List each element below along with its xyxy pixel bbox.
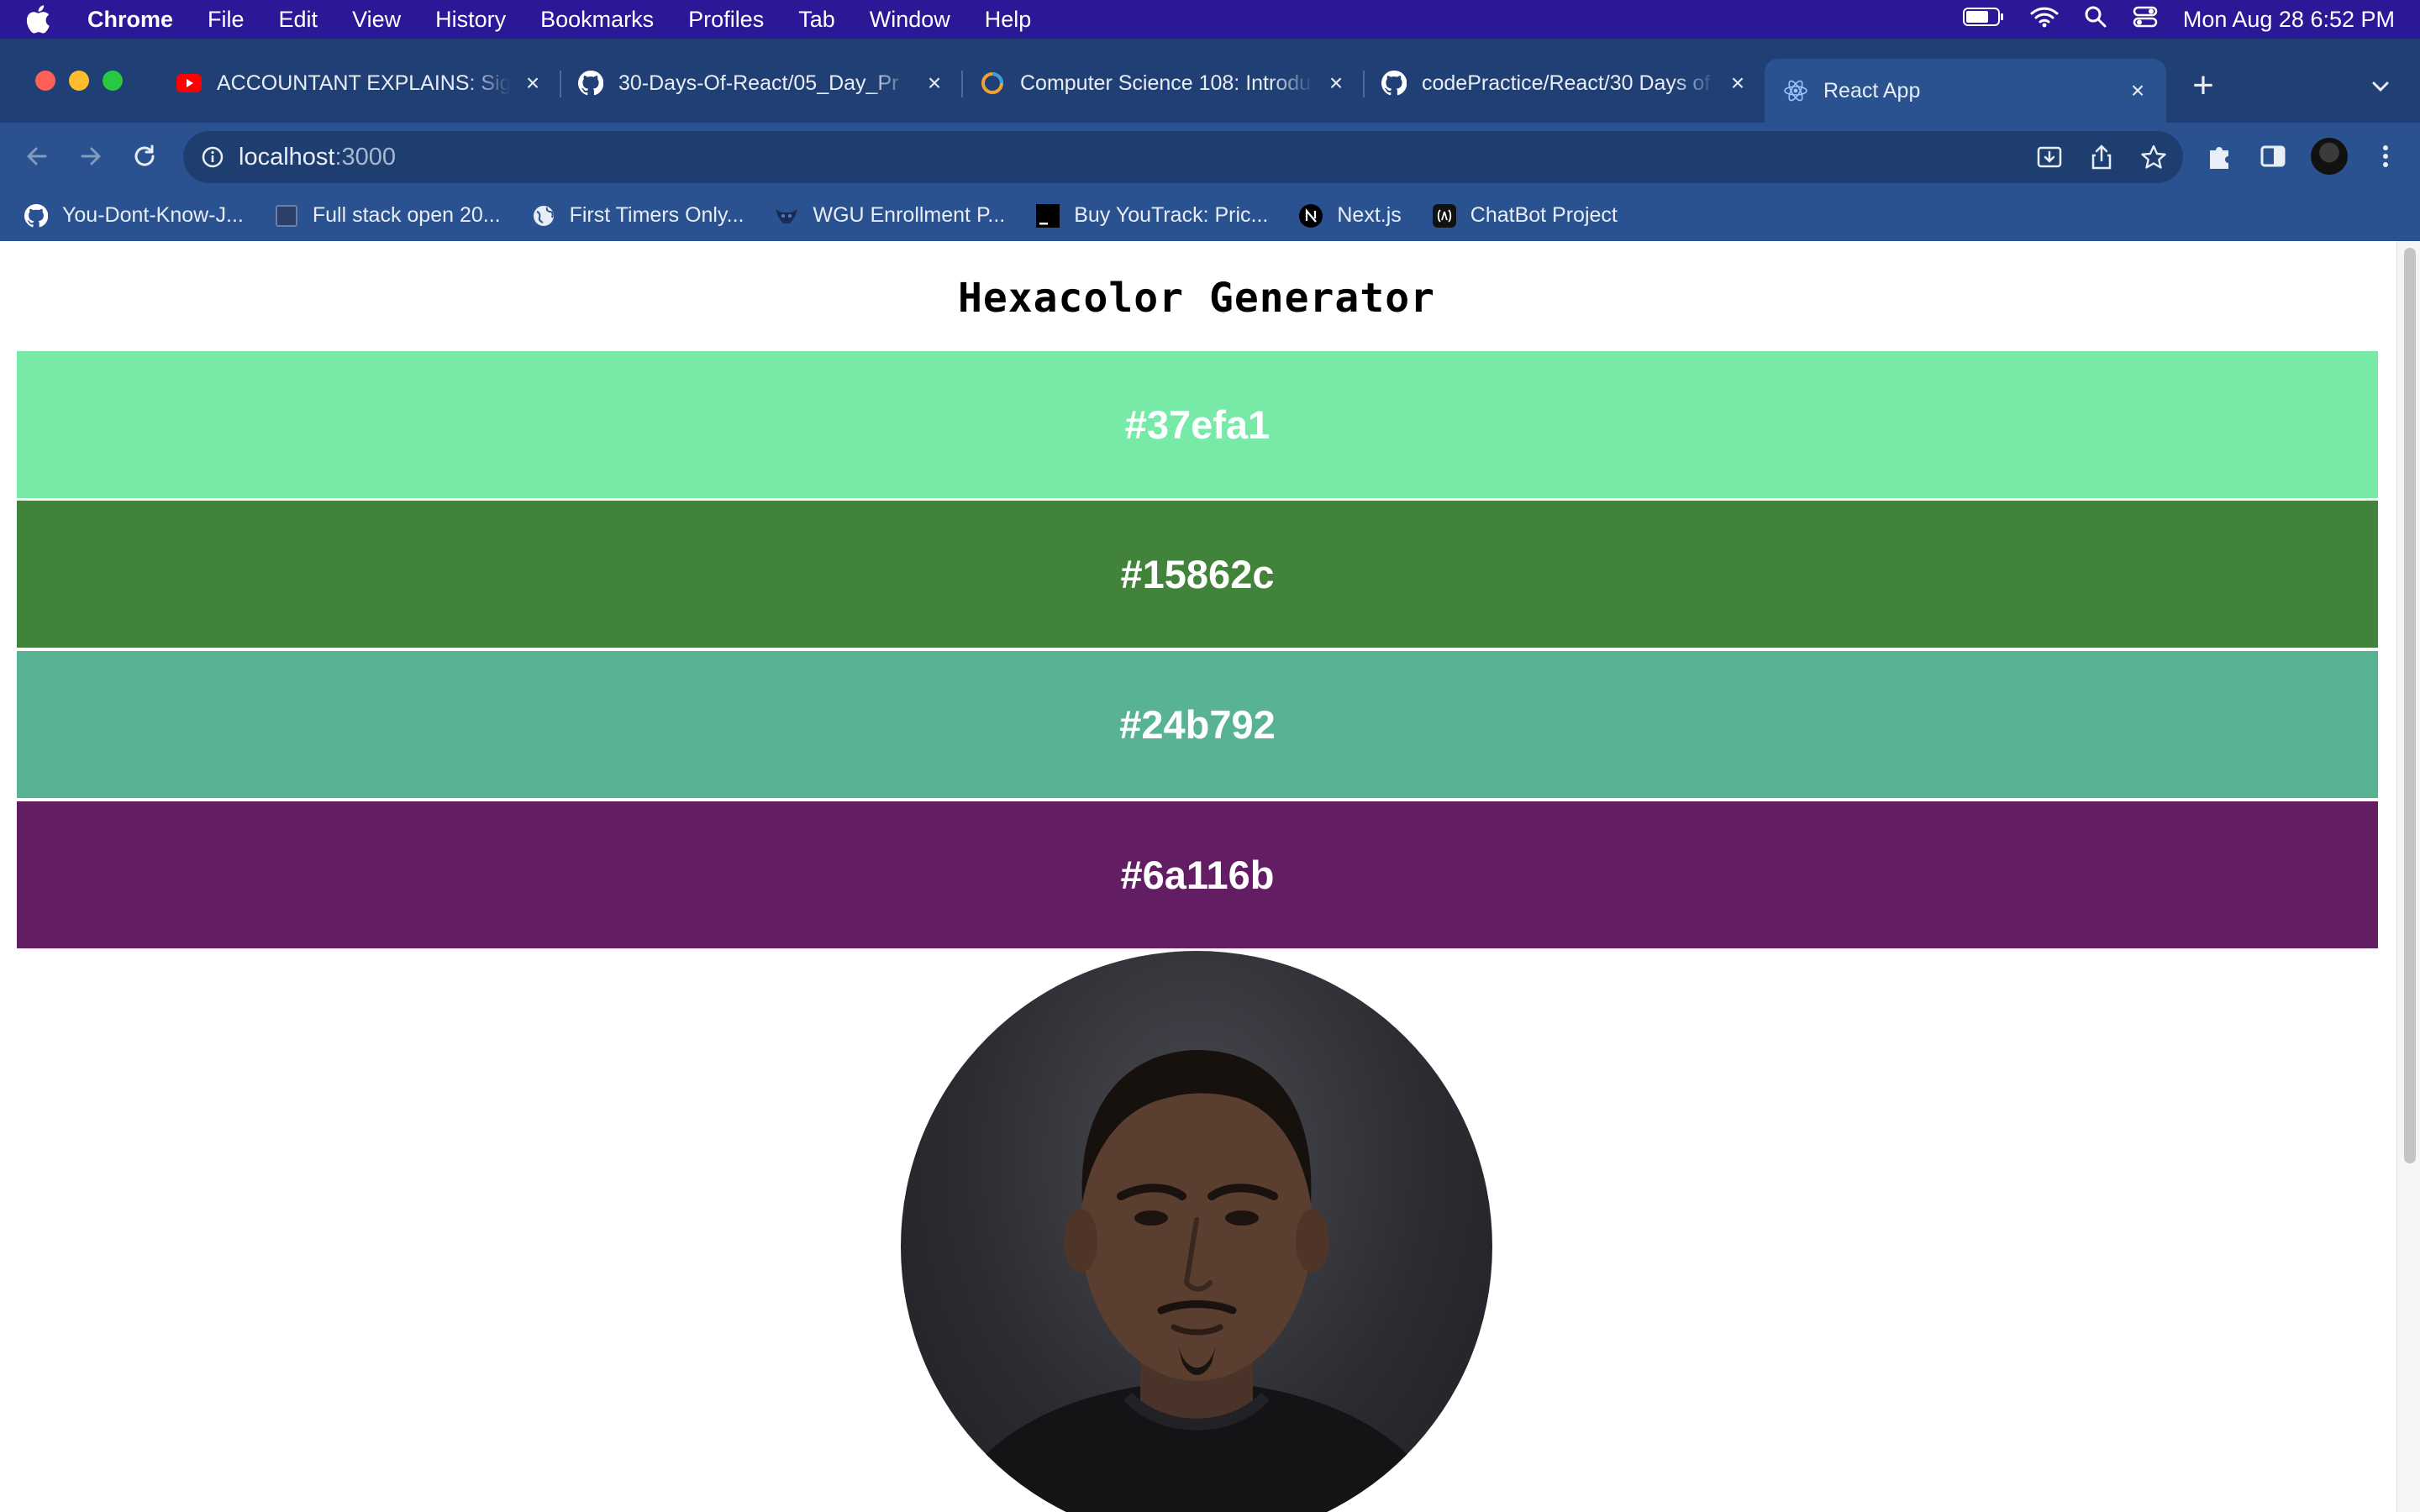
- menubar-clock[interactable]: Mon Aug 28 6:52 PM: [2183, 7, 2395, 33]
- close-tab-icon[interactable]: ×: [924, 70, 944, 96]
- menu-profiles[interactable]: Profiles: [688, 7, 764, 33]
- apple-icon[interactable]: [25, 5, 62, 34]
- color-swatch: #15862c: [17, 501, 2378, 648]
- reload-button[interactable]: [129, 141, 160, 171]
- color-swatch: #24b792: [17, 651, 2378, 798]
- bookmark-wgu-enrollment[interactable]: WGU Enrollment P...: [774, 203, 1005, 228]
- window-controls: [35, 71, 123, 91]
- bookmark-first-timers-only[interactable]: First Timers Only...: [531, 203, 744, 228]
- bookmark-label: Full stack open 20...: [312, 203, 501, 227]
- globe-icon: [531, 203, 556, 228]
- macos-menu-bar: Chrome File Edit View History Bookmarks …: [0, 0, 2420, 39]
- browser-toolbar: localhost:3000: [0, 123, 2420, 190]
- scrollbar-thumb[interactable]: [2404, 248, 2416, 1163]
- battery-icon[interactable]: [1962, 7, 2005, 33]
- hex-code-label: #37efa1: [1124, 402, 1270, 447]
- close-tab-icon[interactable]: ×: [1728, 70, 1748, 96]
- nextjs-icon: [1298, 203, 1323, 228]
- side-panel-icon[interactable]: [2257, 140, 2289, 172]
- app-icon: [1432, 203, 1457, 228]
- bookmarks-bar: You-Dont-Know-J... Full stack open 20...…: [0, 190, 2420, 241]
- bookmark-label: You-Dont-Know-J...: [62, 203, 244, 227]
- close-tab-icon[interactable]: ×: [1326, 70, 1346, 96]
- tab-youtube[interactable]: ACCOUNTANT EXPLAINS: Sign ×: [176, 59, 543, 108]
- chrome-menu-kebab-icon[interactable]: [2370, 140, 2402, 172]
- tab-search-chevron-icon[interactable]: [2368, 74, 2393, 99]
- profile-photo: [901, 951, 1492, 1512]
- back-button[interactable]: [22, 141, 52, 171]
- hex-code-label: #15862c: [1120, 552, 1275, 596]
- install-app-icon[interactable]: [2035, 143, 2064, 171]
- bookmark-label: ChatBot Project: [1470, 203, 1618, 227]
- tab-title: ACCOUNTANT EXPLAINS: Sign: [217, 71, 511, 95]
- wifi-icon[interactable]: [2030, 6, 2059, 34]
- menu-help[interactable]: Help: [985, 7, 1032, 33]
- github-icon: [24, 203, 49, 228]
- tab-title: codePractice/React/30 Days of: [1422, 71, 1711, 95]
- close-window-button[interactable]: [35, 71, 55, 91]
- control-center-icon[interactable]: [2133, 5, 2158, 34]
- url-host: localhost: [239, 143, 335, 171]
- square-icon: [274, 203, 299, 228]
- page-title: Hexacolor Generator: [957, 275, 1436, 322]
- github-icon: [578, 71, 603, 96]
- page-scrollbar[interactable]: [2396, 241, 2420, 1512]
- profile-avatar[interactable]: [2311, 138, 2348, 175]
- menu-window[interactable]: Window: [870, 7, 950, 33]
- menu-app-name[interactable]: Chrome: [87, 7, 173, 33]
- tab-github-30-days[interactable]: 30-Days-Of-React/05_Day_Pr ×: [578, 59, 944, 108]
- close-tab-icon[interactable]: ×: [523, 70, 543, 96]
- bookmark-star-icon[interactable]: [2139, 143, 2168, 171]
- bookmark-label: First Timers Only...: [569, 203, 744, 227]
- bookmark-buy-youtrack[interactable]: Buy YouTrack: Pric...: [1035, 203, 1268, 228]
- address-bar[interactable]: localhost:3000: [183, 131, 2183, 183]
- github-icon: [1381, 71, 1407, 96]
- tab-title: Computer Science 108: Introdu: [1020, 71, 1312, 95]
- menu-edit[interactable]: Edit: [279, 7, 318, 33]
- browser-window-frame: ACCOUNTANT EXPLAINS: Sign × 30-Days-Of-R…: [0, 39, 2420, 241]
- menu-history[interactable]: History: [435, 7, 506, 33]
- menu-tab[interactable]: Tab: [798, 7, 835, 33]
- hex-code-label: #24b792: [1119, 702, 1276, 747]
- forward-button[interactable]: [76, 141, 106, 171]
- page-viewport: Hexacolor Generator #37efa1 #15862c #24b…: [0, 241, 2420, 1512]
- minimize-window-button[interactable]: [69, 71, 89, 91]
- study-icon: [980, 71, 1005, 96]
- menu-bookmarks[interactable]: Bookmarks: [540, 7, 654, 33]
- tab-github-codepractice[interactable]: codePractice/React/30 Days of ×: [1381, 59, 1748, 108]
- color-swatch: #6a116b: [17, 801, 2378, 948]
- extensions-puzzle-icon[interactable]: [2203, 140, 2235, 172]
- tab-title: 30-Days-Of-React/05_Day_Pr: [618, 71, 899, 95]
- url-port: :3000: [334, 143, 397, 171]
- spotlight-search-icon[interactable]: [2084, 5, 2107, 34]
- hex-code-label: #6a116b: [1120, 853, 1275, 897]
- jetbrains-icon: [1035, 203, 1060, 228]
- tab-react-app[interactable]: React App ×: [1765, 59, 2166, 123]
- youtube-icon: [176, 71, 202, 96]
- share-icon[interactable]: [2087, 143, 2116, 171]
- tab-strip: ACCOUNTANT EXPLAINS: Sign × 30-Days-Of-R…: [0, 39, 2420, 123]
- close-tab-icon[interactable]: ×: [2128, 77, 2148, 103]
- tab-title: React App: [1823, 78, 1921, 102]
- new-tab-button[interactable]: +: [2188, 67, 2218, 104]
- color-swatch: #37efa1: [17, 351, 2378, 498]
- bookmark-full-stack-open[interactable]: Full stack open 20...: [274, 203, 501, 228]
- bookmark-label: WGU Enrollment P...: [813, 203, 1006, 227]
- zoom-window-button[interactable]: [103, 71, 123, 91]
- bookmark-label: Next.js: [1337, 203, 1402, 227]
- menu-view[interactable]: View: [352, 7, 401, 33]
- bookmark-label: Buy YouTrack: Pric...: [1074, 203, 1269, 227]
- react-icon: [1783, 78, 1808, 103]
- site-info-icon[interactable]: [200, 144, 225, 170]
- address-url[interactable]: localhost:3000: [239, 144, 396, 171]
- bookmark-chatbot-project[interactable]: ChatBot Project: [1432, 203, 1618, 228]
- owl-icon: [774, 203, 799, 228]
- menu-file[interactable]: File: [208, 7, 245, 33]
- bookmark-nextjs[interactable]: Next.js: [1298, 203, 1402, 228]
- bookmark-you-dont-know-js[interactable]: You-Dont-Know-J...: [24, 203, 244, 228]
- tab-computer-science[interactable]: Computer Science 108: Introdu ×: [980, 59, 1346, 108]
